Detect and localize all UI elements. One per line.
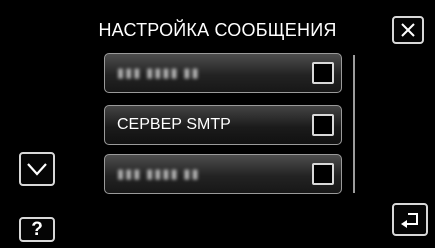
scrollbar[interactable] <box>353 55 355 193</box>
menu-item-label: ▮▮▮ ▮▮▮▮ ▮▮ <box>117 166 200 181</box>
back-button[interactable] <box>392 203 428 236</box>
menu-item-label: ▮▮▮ ▮▮▮▮ ▮▮ <box>117 65 200 80</box>
help-button[interactable]: ? <box>19 217 55 242</box>
scroll-down-button[interactable] <box>19 152 55 186</box>
return-arrow-icon <box>401 212 418 228</box>
menu-item-checkbox[interactable] <box>312 114 334 136</box>
menu-item-obscured-2[interactable]: ▮▮▮ ▮▮▮▮ ▮▮ <box>104 154 342 194</box>
menu-item-checkbox[interactable] <box>312 163 334 185</box>
settings-screen: НАСТРОЙКА СООБЩЕНИЯ ▮▮▮ ▮▮▮▮ ▮▮ СЕРВЕР S… <box>0 0 435 248</box>
close-button[interactable] <box>392 16 424 44</box>
page-title: НАСТРОЙКА СООБЩЕНИЯ <box>98 20 337 40</box>
menu-item-label: СЕРВЕР SMTP <box>117 116 231 133</box>
chevron-down-icon <box>27 163 47 176</box>
menu-item-checkbox[interactable] <box>312 62 334 84</box>
close-icon <box>401 23 415 37</box>
menu-item-smtp-server[interactable]: СЕРВЕР SMTP <box>104 105 342 145</box>
menu-item-obscured-1[interactable]: ▮▮▮ ▮▮▮▮ ▮▮ <box>104 53 342 93</box>
